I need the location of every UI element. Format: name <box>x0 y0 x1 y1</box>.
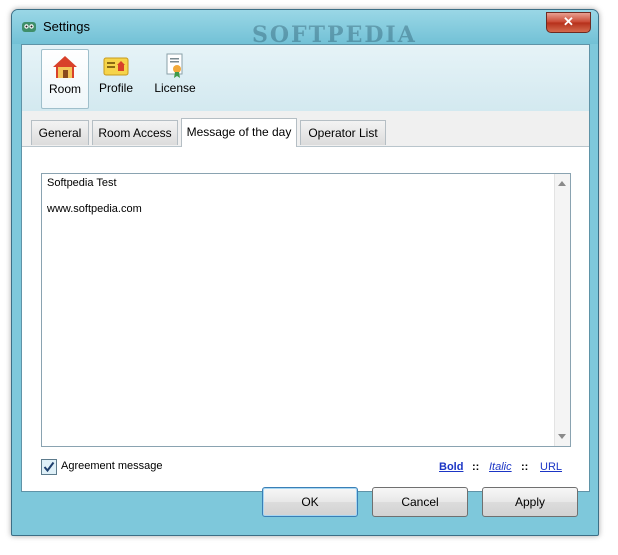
ok-button[interactable]: OK <box>262 487 358 517</box>
window-title: Settings <box>43 19 90 34</box>
checkbox-box[interactable] <box>41 459 57 475</box>
license-certificate-icon <box>166 53 183 78</box>
url-link[interactable]: URL <box>540 461 562 473</box>
italic-link[interactable]: Italic <box>489 461 512 473</box>
vertical-scrollbar[interactable] <box>554 174 570 446</box>
message-line: www.softpedia.com <box>47 203 142 215</box>
client-area: Room Profile License General Room Access… <box>21 44 590 492</box>
app-icon <box>22 22 36 32</box>
toolbar-item-room[interactable]: Room <box>41 49 89 109</box>
toolbar-item-license[interactable]: License <box>150 49 200 107</box>
bold-link[interactable]: Bold <box>439 461 463 473</box>
scroll-down-arrow-icon[interactable] <box>558 434 566 439</box>
message-textarea[interactable]: Softpedia Test www.softpedia.com <box>41 173 571 447</box>
profile-card-icon <box>103 57 129 76</box>
close-icon: ✕ <box>563 14 574 29</box>
house-icon <box>53 56 77 78</box>
close-button[interactable]: ✕ <box>546 12 591 33</box>
message-line: Softpedia Test <box>47 177 117 189</box>
format-separator: :: <box>472 461 480 473</box>
scroll-up-arrow-icon[interactable] <box>558 181 566 186</box>
toolbar-item-profile[interactable]: Profile <box>93 49 139 107</box>
toolbar-item-label: Room <box>48 82 81 96</box>
cancel-button[interactable]: Cancel <box>372 487 468 517</box>
toolbar-item-label: License <box>154 81 196 95</box>
tab-message-of-the-day[interactable]: Message of the day <box>181 118 297 147</box>
settings-window: Settings SOFTPEDIA ✕ Room Profile Licens… <box>11 9 599 536</box>
apply-button[interactable]: Apply <box>482 487 578 517</box>
toolbar-item-label: Profile <box>98 81 133 95</box>
tab-room-access[interactable]: Room Access <box>92 120 178 145</box>
tab-general[interactable]: General <box>31 120 89 145</box>
checkmark-icon <box>43 461 55 473</box>
format-separator: :: <box>521 461 529 473</box>
agreement-label: Agreement message <box>61 460 163 472</box>
tab-operator-list[interactable]: Operator List <box>300 120 386 145</box>
title-bar[interactable]: Settings SOFTPEDIA ✕ <box>12 10 598 48</box>
category-toolbar: Room Profile License <box>22 45 589 112</box>
tab-strip: General Room Access Message of the day O… <box>22 111 589 147</box>
